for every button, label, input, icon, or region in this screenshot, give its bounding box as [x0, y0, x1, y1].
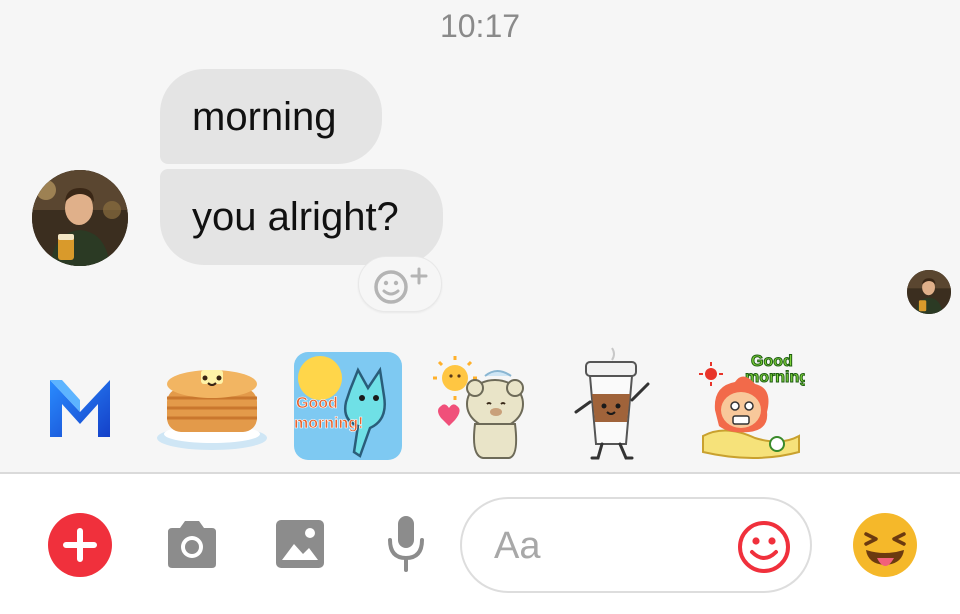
camera-icon — [168, 521, 216, 568]
sticker-suggestions: Good morning! Good morning — [0, 340, 960, 470]
sticker-m-assistant[interactable] — [40, 340, 120, 470]
sticker-bear-sun[interactable] — [425, 340, 535, 470]
message-composer: Aa — [0, 474, 960, 614]
sticker-coffee-cup[interactable] — [570, 340, 660, 470]
voice-button[interactable] — [386, 514, 426, 572]
message-bubble-1[interactable]: morning — [160, 69, 382, 164]
message-input-placeholder: Aa — [494, 525, 541, 567]
lion-sticker-icon: Good morning — [699, 353, 805, 459]
message-text: morning — [192, 94, 337, 139]
camera-button[interactable] — [164, 518, 220, 570]
bear-sticker-icon — [433, 356, 524, 459]
add-reaction-button[interactable] — [358, 256, 442, 312]
smiley-icon — [738, 521, 790, 573]
gallery-button[interactable] — [274, 518, 326, 570]
message-bubble-2[interactable]: you alright? — [160, 169, 443, 265]
quick-reaction-button[interactable] — [852, 512, 918, 578]
tongue-wink-emoji-icon — [853, 513, 917, 577]
message-input[interactable]: Aa — [460, 497, 812, 593]
message-text: you alright? — [192, 195, 399, 239]
svg-text:Good: Good — [296, 395, 338, 412]
pancake-sticker-icon — [157, 370, 267, 450]
sticker-good-morning-lion[interactable]: Good morning — [695, 340, 805, 470]
message-timestamp: 10:17 — [439, 8, 521, 44]
read-receipt-avatar — [907, 270, 951, 314]
microphone-icon — [388, 516, 424, 572]
contact-avatar[interactable] — [32, 170, 128, 266]
svg-text:morning!: morning! — [294, 415, 363, 432]
sticker-good-morning-cat[interactable]: Good morning! — [290, 340, 405, 470]
more-actions-button[interactable] — [48, 513, 112, 577]
coffee-sticker-icon — [574, 347, 650, 460]
gallery-icon — [276, 520, 324, 568]
svg-text:Good: Good — [751, 353, 793, 370]
messenger-thread-screen: 10:17 morning you alright? Good morning!… — [0, 0, 960, 614]
sticker-pancakes[interactable] — [155, 340, 270, 470]
plus-icon — [48, 513, 112, 577]
cat-sticker-icon: Good morning! — [294, 352, 402, 460]
add-reaction-icon — [374, 267, 428, 304]
emoji-button[interactable] — [736, 519, 792, 575]
messenger-m-logo-icon — [50, 380, 110, 437]
